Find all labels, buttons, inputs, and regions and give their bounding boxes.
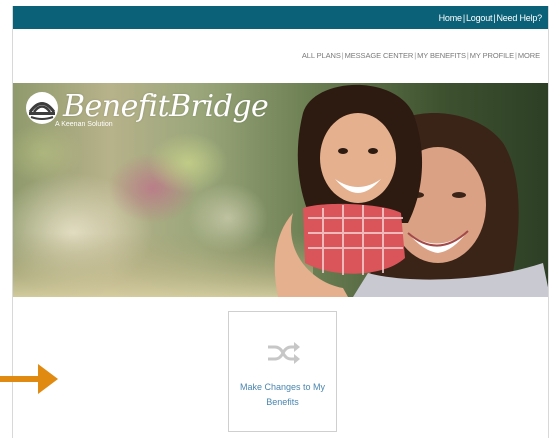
page-frame: Home | Logout | Need Help? ALL PLANS | M…	[12, 6, 549, 438]
utility-bar: Home | Logout | Need Help?	[13, 6, 548, 29]
brand-logo[interactable]: BenefitBridge A Keenan Solution	[25, 89, 269, 128]
nav-all-plans[interactable]: ALL PLANS	[302, 51, 341, 60]
main-nav-separator: |	[414, 51, 417, 60]
nav-message-center[interactable]: MESSAGE CENTER	[345, 51, 414, 60]
shuffle-icon	[267, 342, 300, 364]
main-nav-separator: |	[515, 51, 517, 60]
nav-more[interactable]: MORE	[518, 51, 540, 60]
need-help-link[interactable]: Need Help?	[496, 13, 542, 23]
hero-banner: BenefitBridge A Keenan Solution	[13, 83, 548, 297]
make-changes-label: Make Changes to My Benefits	[239, 382, 326, 407]
pointer-arrow-icon	[0, 364, 58, 394]
make-changes-card[interactable]: Make Changes to My Benefits	[228, 311, 337, 432]
nav-my-benefits[interactable]: MY BENEFITS	[417, 51, 466, 60]
home-link[interactable]: Home	[439, 13, 462, 23]
nav-my-profile[interactable]: MY PROFILE	[470, 51, 514, 60]
brand-name: BenefitBridge	[63, 89, 269, 124]
nav-separator: |	[493, 12, 496, 23]
logout-link[interactable]: Logout	[466, 13, 493, 23]
main-nav-separator: |	[341, 51, 344, 60]
main-nav-separator: |	[466, 51, 469, 60]
nav-separator: |	[462, 12, 465, 23]
main-nav: ALL PLANS | MESSAGE CENTER | MY BENEFITS…	[302, 51, 540, 60]
bridge-logo-icon	[26, 92, 58, 124]
